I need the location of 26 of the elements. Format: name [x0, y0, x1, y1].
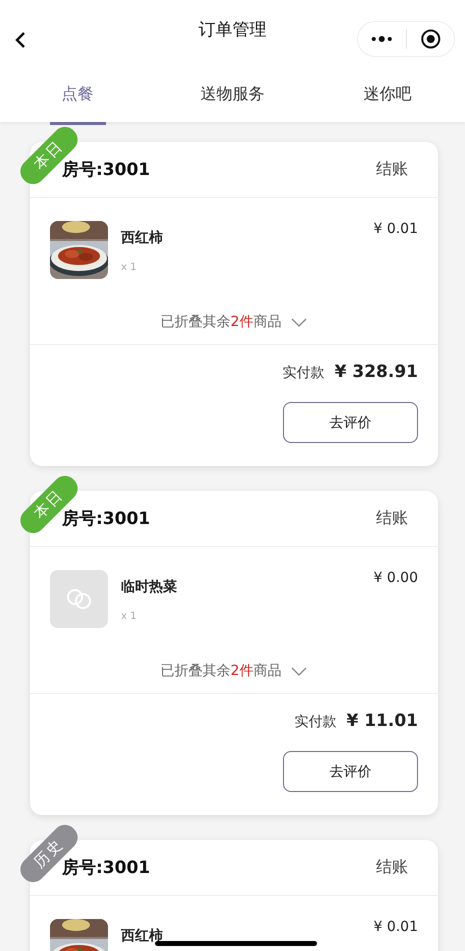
total-label: 实付款: [294, 713, 336, 731]
item-name: 西红柿: [121, 927, 163, 945]
review-button[interactable]: 去评价: [283, 751, 418, 792]
item-price: ¥ 0.01: [373, 919, 418, 935]
folded-items-text: 已折叠其余2件商品: [160, 662, 282, 680]
review-button[interactable]: 去评价: [283, 402, 418, 443]
checkout-link[interactable]: 结账: [376, 508, 408, 529]
chevron-down-icon[interactable]: [291, 318, 308, 326]
tab[interactable]: 迷你吧: [352, 84, 424, 125]
tab[interactable]: 送物服务: [188, 84, 276, 125]
total-amount: ¥ 11.01: [346, 711, 418, 731]
checkout-link[interactable]: 结账: [376, 159, 408, 180]
item-quantity: x 1: [121, 611, 138, 622]
item-name: 临时热菜: [121, 578, 177, 596]
item-price: ¥ 0.01: [373, 221, 418, 237]
image-placeholder-icon: [50, 570, 108, 628]
total-amount: ¥ 328.91: [334, 362, 418, 382]
back-icon[interactable]: [14, 31, 26, 49]
item-name: 西红柿: [121, 229, 163, 247]
chevron-down-icon[interactable]: [291, 666, 308, 676]
item-price: ¥ 0.00: [373, 570, 418, 586]
checkout-link[interactable]: 结账: [376, 857, 408, 878]
folded-items-text: 已折叠其余2件商品: [160, 313, 282, 331]
total-label: 实付款: [282, 364, 325, 382]
item-quantity: x 1: [121, 262, 138, 273]
page-title: 订单管理: [198, 18, 266, 40]
